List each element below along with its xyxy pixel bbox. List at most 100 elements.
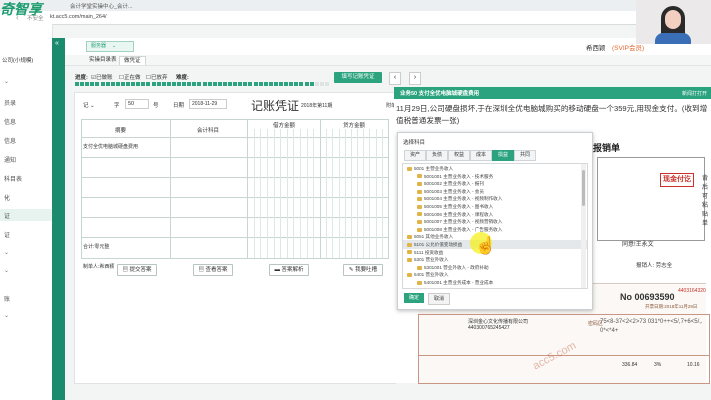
progress-square[interactable] [243, 82, 248, 86]
progress-square[interactable] [304, 82, 309, 86]
browser-tab[interactable]: 会计学堂实操中心_会计... [70, 2, 133, 10]
progress-square[interactable] [126, 82, 130, 86]
sidebar-item[interactable]: 证 [0, 209, 52, 221]
progress-square[interactable] [314, 82, 319, 86]
cancel-button[interactable]: 取消 [428, 293, 450, 305]
progress-square[interactable] [171, 82, 176, 86]
progress-square[interactable] [177, 82, 181, 86]
date-input[interactable]: 2018-11-29 [189, 99, 227, 109]
progress-square[interactable] [197, 82, 202, 86]
progress-square[interactable] [161, 82, 166, 86]
sidebar-item[interactable]: ⌄ [0, 310, 52, 322]
collapse-strip[interactable]: « [52, 38, 65, 400]
progress-square[interactable] [289, 82, 294, 86]
progress-square[interactable] [294, 82, 299, 86]
subject-tree-row[interactable]: 5401001 主营业务成本 - 营业成本 [403, 278, 587, 287]
legend-abandoned: ☐已放弃 [146, 75, 168, 81]
row1-summary[interactable]: 支付全优电脑城硬盘费用 [83, 143, 138, 150]
sidebar-item[interactable]: 通知 [0, 153, 52, 165]
progress-square[interactable] [75, 82, 79, 86]
progress-square[interactable] [299, 82, 304, 86]
fill-voucher-button[interactable]: 填写记账凭证 [334, 72, 382, 83]
progress-square[interactable] [268, 82, 273, 86]
tab-cost[interactable]: 成本 [470, 150, 492, 161]
collapse-icon[interactable]: « [55, 40, 59, 47]
progress-square[interactable] [166, 82, 171, 86]
prev-button[interactable]: ‹ [389, 72, 401, 85]
sidebar-item[interactable]: ⌄ [0, 265, 52, 277]
progress-square[interactable] [192, 82, 197, 86]
feedback-button[interactable]: ✎ 我要吐槽 [343, 264, 383, 276]
progress-square[interactable] [233, 82, 238, 86]
progress-square[interactable] [105, 82, 110, 86]
next-button[interactable]: › [409, 72, 421, 85]
confirm-button[interactable]: 确定 [404, 293, 424, 303]
view-answer-button[interactable]: ▤ 查看答案 [193, 264, 233, 276]
tab-equity[interactable]: 权益 [448, 150, 470, 161]
sidebar-item[interactable]: 证 [0, 228, 52, 240]
progress-square[interactable] [248, 82, 253, 86]
tab-voucher[interactable]: 做凭证 [119, 56, 146, 65]
progress-square[interactable] [319, 82, 324, 86]
address-bar[interactable]: ‹ 不安全 kt.acc5.com/main_264/ [0, 11, 711, 25]
tab-assets[interactable]: 资产 [404, 150, 426, 161]
subject-tree[interactable]: 5001 主营业务收入 5001001 主营业务收入 - 技术服务 5001002 … [402, 163, 588, 289]
progress-square[interactable] [187, 82, 192, 86]
progress-square[interactable] [238, 82, 243, 86]
progress-square[interactable] [90, 82, 95, 86]
progress-square[interactable] [131, 82, 136, 86]
progress-square[interactable] [207, 82, 212, 86]
progress-square[interactable] [202, 82, 207, 86]
progress-square[interactable] [95, 82, 100, 86]
tree-scrollbar[interactable] [581, 164, 586, 288]
progress-square[interactable] [182, 82, 187, 86]
progress-square[interactable] [258, 82, 263, 86]
progress-square[interactable] [324, 82, 329, 86]
sidebar-item[interactable]: ⌄ [0, 247, 52, 259]
progress-square[interactable] [141, 82, 146, 86]
server-select[interactable]: 服务器 ⌄ [86, 41, 134, 52]
progress-square[interactable] [309, 82, 314, 86]
progress-square[interactable] [120, 82, 125, 86]
cash-paid-stamp: 现金付讫 [660, 173, 694, 187]
progress-square[interactable] [263, 82, 268, 86]
progress-square[interactable] [110, 82, 115, 86]
user-name[interactable]: 希西颖 [586, 42, 606, 52]
progress-square[interactable] [222, 82, 227, 86]
progress-square[interactable] [156, 82, 161, 86]
progress-square[interactable] [146, 82, 151, 86]
progress-square[interactable] [273, 82, 278, 86]
progress-square[interactable] [115, 82, 120, 86]
col-account: 会计科目 [197, 128, 220, 134]
progress-square[interactable] [217, 82, 222, 86]
sidebar-item[interactable]: 信息 [0, 134, 52, 146]
progress-square[interactable] [85, 82, 90, 86]
tab-liabilities[interactable]: 负债 [426, 150, 448, 161]
lesson-open-link[interactable]: 新闻打打开 [682, 90, 707, 97]
progress-square[interactable] [151, 82, 156, 86]
sidebar-item[interactable]: 化 ⌄ [0, 191, 52, 203]
sidebar-item[interactable]: 科目表 [0, 172, 52, 184]
tab-profit-loss[interactable]: 损益 [492, 150, 514, 161]
sidebar-item[interactable]: 账 [0, 292, 52, 304]
progress-square[interactable] [80, 82, 85, 86]
voucher-number-input[interactable]: 50 [125, 99, 149, 109]
progress-square[interactable] [212, 82, 217, 86]
progress-square[interactable] [284, 82, 289, 86]
sidebar-item[interactable]: 员录 [0, 96, 52, 108]
tab-common[interactable]: 共同 [514, 150, 536, 161]
voucher-word-select[interactable]: 记 ⌄ [83, 101, 95, 109]
progress-square[interactable] [279, 82, 283, 86]
sidebar-item[interactable]: 信息 [0, 115, 52, 127]
submit-answer-button[interactable]: ▤ 提交答案 [117, 264, 157, 276]
answer-analysis-button[interactable]: ▬ 答案解析 [269, 264, 309, 276]
invoice-amount: 336.84 [622, 362, 638, 368]
progress-square[interactable] [228, 82, 232, 86]
url-text[interactable]: kt.acc5.com/main_264/ [50, 14, 107, 20]
progress-square[interactable] [100, 82, 105, 86]
tab-directory[interactable]: 实操目录表 [85, 56, 121, 64]
voucher-panel: 记 ⌄ 字 50 号 日期 2018-11-29 记账凭证 2018年第11期 … [74, 92, 401, 384]
progress-square[interactable] [253, 82, 258, 86]
sidebar-item[interactable]: ⌄ [0, 76, 52, 88]
progress-square[interactable] [136, 82, 141, 86]
